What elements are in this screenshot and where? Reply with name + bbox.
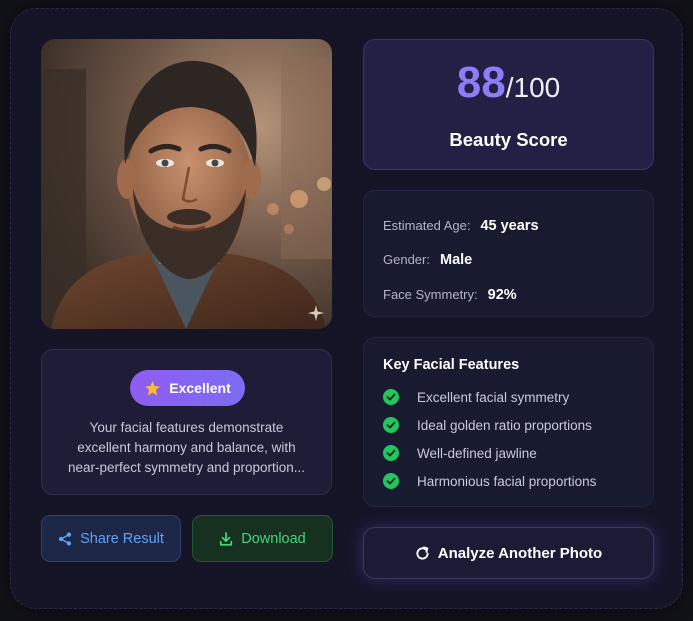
download-button[interactable]: Download bbox=[192, 515, 333, 562]
download-icon bbox=[220, 531, 233, 546]
score-line: 88/100 bbox=[364, 58, 653, 108]
rating-badge: Excellent bbox=[130, 370, 245, 406]
info-row-symmetry: Face Symmetry: 92% bbox=[383, 287, 517, 303]
age-value: 45 years bbox=[480, 218, 539, 234]
info-row-gender: Gender: Male bbox=[383, 252, 472, 268]
beauty-score-panel: 88/100 Beauty Score bbox=[363, 39, 654, 170]
feature-label: Harmonious facial proportions bbox=[417, 473, 597, 489]
feature-item: Harmonious facial proportions bbox=[383, 473, 596, 489]
share-result-button[interactable]: Share Result bbox=[41, 515, 181, 562]
share-result-label: Share Result bbox=[80, 530, 164, 547]
rating-badge-label: Excellent bbox=[169, 380, 231, 396]
face-info-panel: Estimated Age: 45 years Gender: Male Fac… bbox=[363, 190, 654, 317]
check-circle-icon bbox=[383, 445, 399, 461]
info-row-age: Estimated Age: 45 years bbox=[383, 218, 539, 234]
feature-label: Ideal golden ratio proportions bbox=[417, 417, 592, 433]
symmetry-label: Face Symmetry: bbox=[383, 287, 478, 302]
score-max: /100 bbox=[505, 72, 561, 103]
key-features-panel: Key Facial Features Excellent facial sym… bbox=[363, 337, 654, 507]
age-label: Estimated Age: bbox=[383, 218, 471, 233]
gender-label: Gender: bbox=[383, 252, 430, 267]
sparkle-icon bbox=[308, 305, 324, 321]
feature-item: Ideal golden ratio proportions bbox=[383, 417, 592, 433]
rating-panel: Excellent Your facial features demonstra… bbox=[41, 349, 332, 495]
check-circle-icon bbox=[383, 473, 399, 489]
face-photo bbox=[41, 39, 332, 329]
analyze-another-photo-label: Analyze Another Photo bbox=[437, 544, 603, 562]
check-circle-icon bbox=[383, 389, 399, 405]
analyze-another-photo-button[interactable]: Analyze Another Photo bbox=[363, 527, 654, 579]
star-icon bbox=[145, 380, 161, 395]
features-title: Key Facial Features bbox=[383, 357, 520, 373]
download-label: Download bbox=[241, 530, 306, 547]
refresh-icon bbox=[416, 545, 429, 560]
result-card: Excellent Your facial features demonstra… bbox=[10, 8, 683, 609]
symmetry-value: 92% bbox=[487, 287, 517, 303]
feature-label: Excellent facial symmetry bbox=[417, 389, 570, 405]
score-value: 88 bbox=[456, 58, 506, 107]
rating-description: Your facial features demonstrate excelle… bbox=[67, 420, 306, 475]
share-icon bbox=[58, 531, 72, 546]
portrait-image bbox=[41, 39, 332, 329]
feature-item: Well-defined jawline bbox=[383, 445, 537, 461]
score-label: Beauty Score bbox=[449, 129, 568, 150]
feature-item: Excellent facial symmetry bbox=[383, 389, 569, 405]
check-circle-icon bbox=[383, 417, 399, 433]
gender-value: Male bbox=[439, 252, 473, 268]
feature-label: Well-defined jawline bbox=[417, 445, 537, 461]
